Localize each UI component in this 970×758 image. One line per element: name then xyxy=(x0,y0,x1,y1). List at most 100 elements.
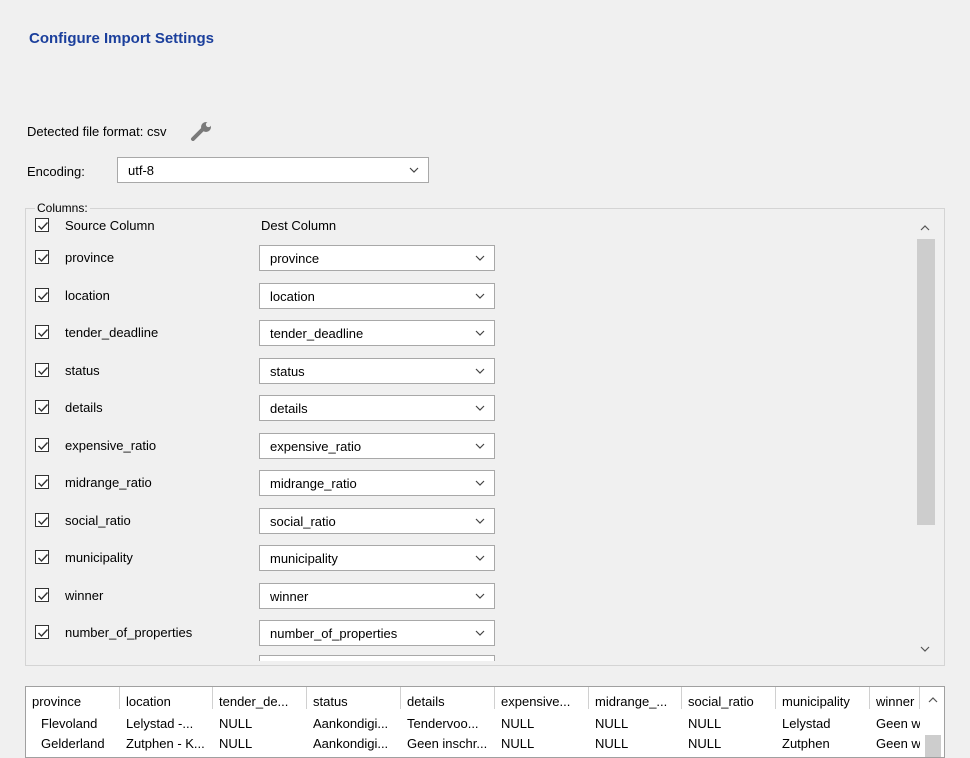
scroll-thumb[interactable] xyxy=(925,735,941,757)
row-checkbox[interactable] xyxy=(35,513,49,527)
chevron-down-icon[interactable] xyxy=(920,645,930,653)
row-checkbox[interactable] xyxy=(35,325,49,339)
source-column-label: province xyxy=(65,250,115,265)
check-icon xyxy=(38,479,49,488)
dest-column-header: Dest Column xyxy=(261,218,337,233)
preview-column-header[interactable]: expensive... xyxy=(495,687,589,709)
dest-column-select[interactable]: social_ratio xyxy=(259,508,495,534)
preview-cell: NULL xyxy=(219,736,253,751)
source-column-label: municipality xyxy=(65,550,133,565)
dest-column-select[interactable]: details xyxy=(259,395,495,421)
preview-column-header[interactable]: municipality xyxy=(776,687,870,709)
encoding-label: Encoding: xyxy=(27,164,85,179)
preview-cell: Flevoland xyxy=(41,716,98,731)
dest-column-value: location xyxy=(270,289,315,304)
columns-scrollbar[interactable] xyxy=(914,217,936,660)
chevron-down-icon xyxy=(475,480,485,486)
preview-cell: NULL xyxy=(595,716,629,731)
dest-column-value: midrange_ratio xyxy=(270,476,357,491)
dest-column-value: province xyxy=(270,251,320,266)
source-column-label: location xyxy=(65,288,110,303)
preview-cell: Lelystad -... xyxy=(126,716,194,731)
chevron-down-icon xyxy=(475,293,485,299)
preview-cell: Aankondigi... xyxy=(313,736,389,751)
columns-legend: Columns: xyxy=(35,201,90,215)
row-checkbox[interactable] xyxy=(35,288,49,302)
preview-cell: NULL xyxy=(219,716,253,731)
chevron-down-icon xyxy=(475,593,485,599)
row-checkbox[interactable] xyxy=(35,363,49,377)
dest-column-select[interactable]: number_of_properties xyxy=(259,620,495,646)
check-icon xyxy=(38,254,49,263)
dest-column-select[interactable]: midrange_ratio xyxy=(259,470,495,496)
row-checkbox[interactable] xyxy=(35,438,49,452)
dest-column-value: expensive_ratio xyxy=(270,439,362,454)
dest-column-value: social_ratio xyxy=(270,514,336,529)
chevron-down-icon xyxy=(475,405,485,411)
source-column-header: Source Column xyxy=(65,218,155,233)
dest-column-select[interactable]: province xyxy=(259,245,495,271)
source-column-label: status xyxy=(65,363,100,378)
dest-column-select[interactable]: winner xyxy=(259,583,495,609)
preview-column-header[interactable]: tender_de... xyxy=(213,687,307,709)
check-icon xyxy=(38,367,49,376)
dest-column-select[interactable]: municipality xyxy=(259,545,495,571)
dest-column-select[interactable]: status xyxy=(259,358,495,384)
preview-cell: Tendervoo... xyxy=(407,716,479,731)
dest-column-select[interactable]: expensive_ratio xyxy=(259,433,495,459)
preview-column-header[interactable]: location xyxy=(120,687,213,709)
preview-cell: NULL xyxy=(501,716,535,731)
partial-dest-select xyxy=(259,655,495,661)
chevron-down-icon xyxy=(475,443,485,449)
chevron-down-icon xyxy=(475,255,485,261)
preview-cell: Lelystad xyxy=(782,716,831,731)
preview-column-header[interactable]: province xyxy=(26,687,120,709)
chevron-down-icon xyxy=(475,555,485,561)
check-icon xyxy=(38,222,49,231)
select-all-checkbox[interactable] xyxy=(35,218,49,232)
encoding-value: utf-8 xyxy=(128,163,155,178)
preview-cell: Geen w xyxy=(876,736,920,751)
row-checkbox[interactable] xyxy=(35,250,49,264)
row-checkbox[interactable] xyxy=(35,625,49,639)
chevron-up-icon[interactable] xyxy=(920,224,930,232)
check-icon xyxy=(38,629,49,638)
dest-column-select[interactable]: location xyxy=(259,283,495,309)
dest-column-value: municipality xyxy=(270,551,338,566)
source-column-label: winner xyxy=(65,588,104,603)
dest-column-value: winner xyxy=(270,589,309,604)
preview-column-header[interactable]: social_ratio xyxy=(682,687,776,709)
source-column-label: social_ratio xyxy=(65,513,131,528)
row-checkbox[interactable] xyxy=(35,400,49,414)
source-column-label: tender_deadline xyxy=(65,325,159,340)
row-checkbox[interactable] xyxy=(35,588,49,602)
chevron-down-icon xyxy=(475,368,485,374)
source-column-label: expensive_ratio xyxy=(65,438,157,453)
chevron-up-icon[interactable] xyxy=(928,696,938,704)
scroll-thumb[interactable] xyxy=(917,239,935,525)
source-column-label: number_of_properties xyxy=(65,625,193,640)
encoding-select[interactable]: utf-8 xyxy=(117,157,429,183)
check-icon xyxy=(38,442,49,451)
source-column-label: details xyxy=(65,400,103,415)
preview-cell: Zutphen xyxy=(782,736,830,751)
preview-cell: NULL xyxy=(595,736,629,751)
preview-cell: Geen w xyxy=(876,716,920,731)
preview-column-header[interactable]: midrange_... xyxy=(589,687,682,709)
dest-column-select[interactable]: tender_deadline xyxy=(259,320,495,346)
check-icon xyxy=(38,517,49,526)
check-icon xyxy=(38,554,49,563)
chevron-down-icon xyxy=(475,630,485,636)
row-checkbox[interactable] xyxy=(35,550,49,564)
dest-column-value: tender_deadline xyxy=(270,326,364,341)
preview-column-header[interactable]: details xyxy=(401,687,495,709)
check-icon xyxy=(38,592,49,601)
preview-column-header[interactable]: status xyxy=(307,687,401,709)
detected-format-label: Detected file format: csv xyxy=(27,124,167,139)
source-column-label: midrange_ratio xyxy=(65,475,152,490)
preview-cell: Zutphen - K... xyxy=(126,736,205,751)
preview-column-header[interactable]: winner xyxy=(870,687,920,709)
preview-scrollbar[interactable] xyxy=(922,687,944,757)
row-checkbox[interactable] xyxy=(35,475,49,489)
wrench-icon[interactable] xyxy=(190,121,214,141)
